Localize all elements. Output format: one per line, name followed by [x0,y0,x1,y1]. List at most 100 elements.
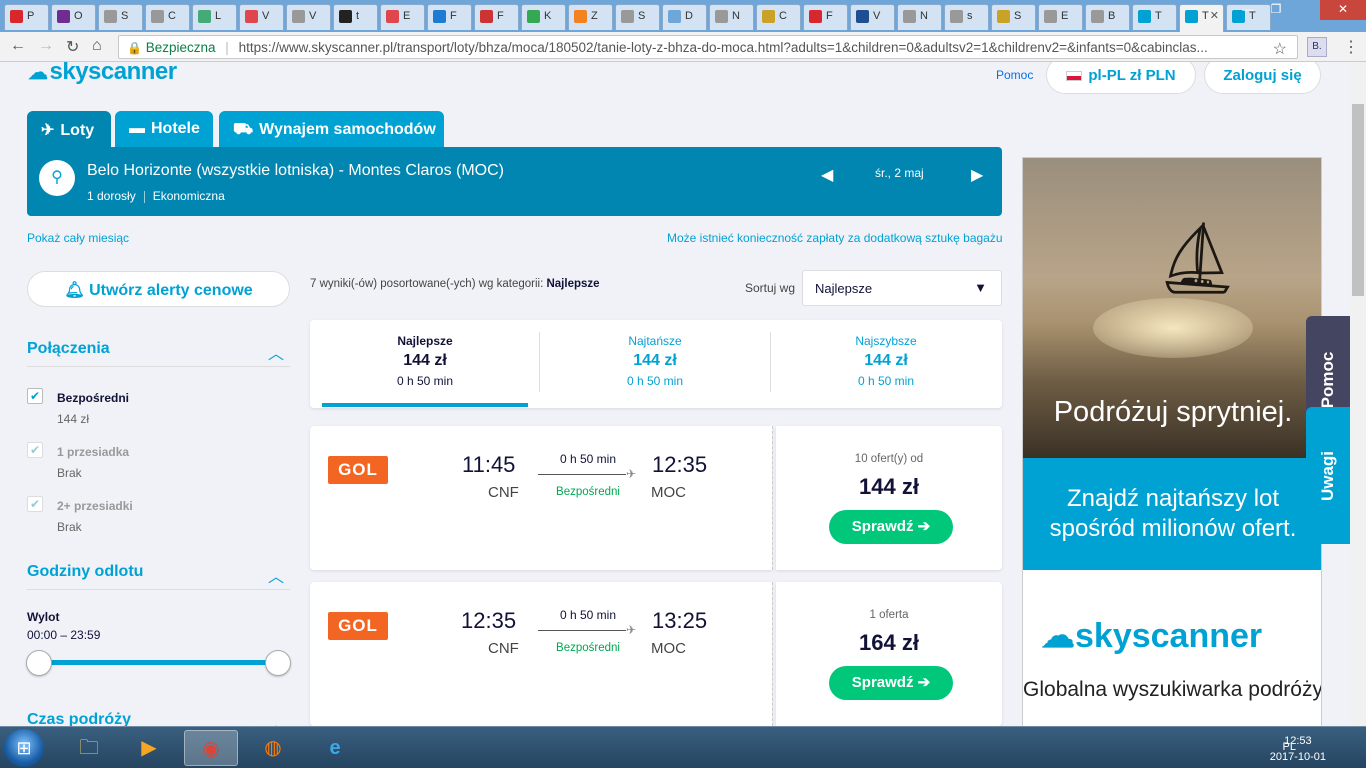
browser-tab[interactable]: V [286,4,331,30]
search-summary-bar[interactable]: ⚲ Belo Horizonte (wszystkie lotniska) - … [27,147,1002,216]
tab-car-hire[interactable]: ⛟ Wynajem samochodów [219,111,444,147]
back-icon[interactable]: ← [10,37,26,55]
bookmark-star-icon[interactable]: ☆ [1273,39,1287,58]
browser-tab[interactable]: K [521,4,566,30]
browser-tab[interactable]: S [991,4,1036,30]
two-stops-label: 2+ przesiadki [57,499,133,513]
browser-tab[interactable]: E [380,4,425,30]
browser-tab[interactable]: T [1132,4,1177,30]
departure-slider-track[interactable] [38,660,278,665]
show-month-link[interactable]: Pokaż cały miesiąc [27,231,129,245]
advertisement[interactable]: ⛵︎ Podróżuj sprytniej. Znajdź najtańszy … [1022,157,1322,726]
url-text: https://www.skyscanner.pl/transport/loty… [238,40,1208,55]
flight-leg[interactable]: GOL 12:35 CNF 0 h 50 min ✈ Bezpośredni 1… [310,582,772,726]
extension-icon[interactable]: B. [1307,37,1327,57]
flight-card[interactable]: GOL 11:45 CNF 0 h 50 min ✈ Bezpośredni 1… [310,426,1002,570]
summary-cheapest[interactable]: Najtańsze 144 zł 0 h 50 min [540,334,770,388]
browser-tab[interactable]: Z [568,4,613,30]
url-input[interactable]: 🔒 Bezpieczna | https://www.skyscanner.pl… [118,35,1298,59]
browser-tab[interactable]: B [1085,4,1130,30]
browser-tab[interactable]: N [709,4,754,30]
search-icon[interactable]: ⚲ [39,160,75,196]
chrome-icon[interactable]: ◉ [184,730,238,766]
page-scrollbar[interactable] [1350,62,1366,726]
browser-tab[interactable]: s [944,4,989,30]
browser-tab[interactable]: C [756,4,801,30]
connections-title[interactable]: Połączenia [27,340,110,358]
stops-label: Bezpośredni [556,642,620,654]
maximize-button[interactable]: ❐ [1262,0,1290,20]
direct-checkbox[interactable]: ✔ [27,388,43,404]
chevron-up-icon[interactable]: ︿ [268,711,284,726]
departure-times-title[interactable]: Godziny odlotu [27,563,143,581]
home-icon[interactable]: ⌂ [92,37,102,55]
browser-tab-strip: P O S C L V Vt E F F K Z S D N C F V Ns S E B T T ✕ T [0,0,1366,32]
clock[interactable]: 12:53 2017-10-01 [1270,733,1326,765]
browser-tab[interactable]: S [98,4,143,30]
firefox-icon[interactable]: ◍ [246,730,300,766]
browser-tab[interactable]: D [662,4,707,30]
chevron-down-icon: ▼ [974,280,987,295]
baggage-info-link[interactable]: Może istnieć konieczność zapłaty za doda… [667,231,1003,245]
skyscanner-logo[interactable]: ☁skyscanner [28,62,177,86]
browser-tab[interactable]: F [427,4,472,30]
browser-tab[interactable]: F [474,4,519,30]
browser-tab[interactable]: P [4,4,49,30]
sort-select[interactable]: Najlepsze ▼ [802,270,1002,306]
chevron-up-icon[interactable]: ︿ [268,340,284,364]
browser-menu-icon[interactable]: ⋮ [1343,37,1359,57]
ie-icon[interactable]: e [308,730,362,766]
plane-icon: ✈ [626,467,637,481]
summary-fastest[interactable]: Najszybsze 144 zł 0 h 50 min [771,334,1001,388]
media-player-icon[interactable]: ▶ [122,730,176,766]
browser-tab[interactable]: F [803,4,848,30]
browser-tab[interactable]: L [192,4,237,30]
bed-icon: ▬ [129,120,145,137]
favicon-icon [1044,10,1057,23]
login-button[interactable]: Zaloguj się [1204,62,1321,94]
tab-flights[interactable]: ✈ Loty [27,111,111,147]
close-window-button[interactable]: ✕ [1320,0,1366,20]
scrollbar-thumb[interactable] [1352,104,1364,296]
date-text[interactable]: śr., 2 maj [875,166,924,180]
previous-day-icon[interactable]: ◀ [821,165,833,185]
feedback-side-tab[interactable]: Uwagi [1306,407,1350,544]
summary-best[interactable]: Najlepsze 144 zł 0 h 50 min [310,334,540,388]
passengers-text: 1 dorosły [87,189,136,203]
flight-leg[interactable]: GOL 11:45 CNF 0 h 50 min ✈ Bezpośredni 1… [310,426,772,570]
favicon-icon [1185,10,1198,23]
locale-button[interactable]: pl-PL zł PLN [1046,62,1196,94]
flight-card[interactable]: GOL 12:35 CNF 0 h 50 min ✈ Bezpośredni 1… [310,582,1002,726]
one-stop-checkbox[interactable]: ✔ [27,442,43,458]
next-day-icon[interactable]: ▶ [971,165,983,185]
close-tab-icon[interactable]: ✕ [1210,9,1219,22]
browser-tab[interactable]: V [850,4,895,30]
price-alert-button[interactable]: 🔔︎ Utwórz alerty cenowe [27,271,290,307]
help-link[interactable]: Pomoc [996,68,1033,82]
browser-tab[interactable]: E [1038,4,1083,30]
slider-handle-start[interactable] [26,650,52,676]
start-button[interactable]: ⊞ [4,729,44,767]
forward-icon[interactable]: → [38,37,54,55]
browser-tab[interactable]: V [239,4,284,30]
route-text[interactable]: Belo Horizonte (wszystkie lotniska) - Mo… [87,162,504,180]
browser-tab[interactable]: C [145,4,190,30]
two-stops-checkbox[interactable]: ✔ [27,496,43,512]
reload-icon[interactable]: ↻ [66,37,79,57]
browser-tab[interactable]: S [615,4,660,30]
explorer-icon[interactable]: 🗀 [62,730,116,766]
duration-title[interactable]: Czas podróży [27,711,131,726]
browser-tab[interactable]: t [333,4,378,30]
tab-hotels[interactable]: ▬ Hotele [115,111,213,147]
chevron-up-icon[interactable]: ︿ [268,563,284,587]
departure-time: 12:35 [461,608,517,633]
car-icon: ⛟ [233,121,254,138]
favicon-icon [151,10,164,23]
slider-handle-end[interactable] [265,650,291,676]
minimize-button[interactable]: — [1234,0,1262,20]
check-button[interactable]: Sprawdź ➔ [829,510,953,544]
browser-tab[interactable]: O [51,4,96,30]
browser-tab[interactable]: T ✕ [1179,4,1224,32]
browser-tab[interactable]: N [897,4,942,30]
check-button[interactable]: Sprawdź ➔ [829,666,953,700]
